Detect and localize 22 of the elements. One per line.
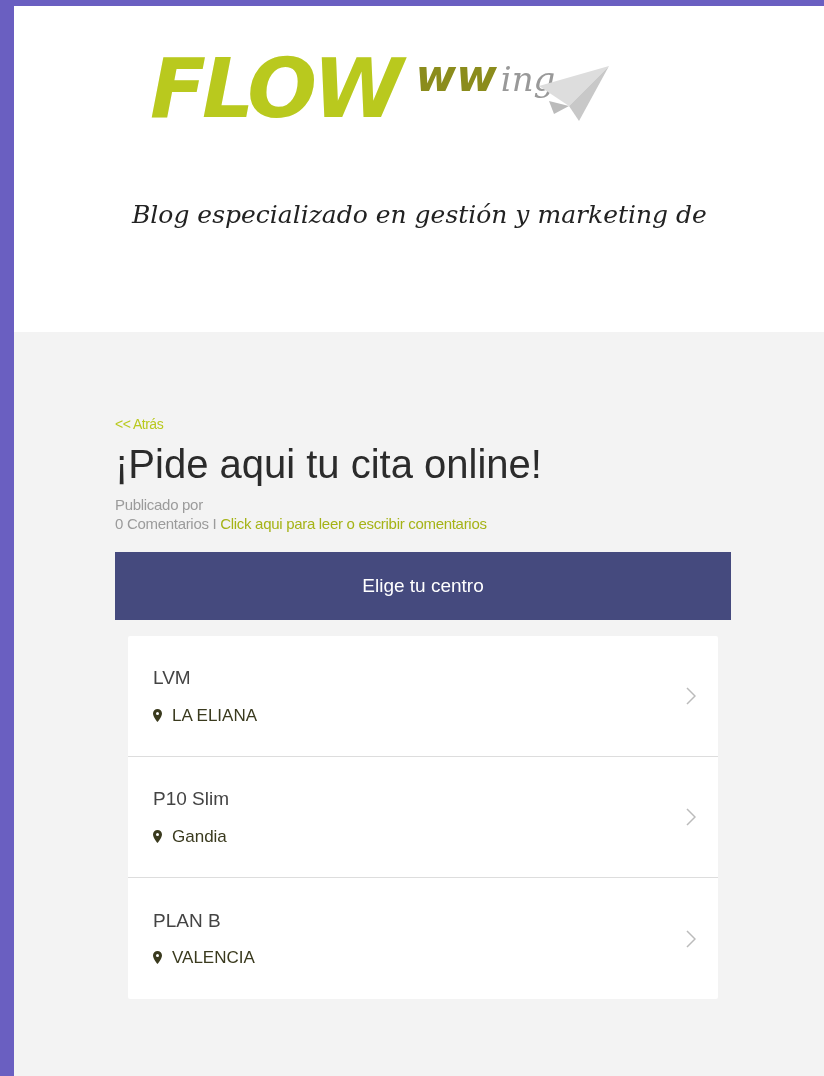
byline: Publicado por xyxy=(115,496,204,515)
center-name: LVM xyxy=(153,666,192,690)
center-location: VALENCIA xyxy=(172,947,255,969)
center-name: PLAN B xyxy=(153,908,222,933)
logo-text: ww xyxy=(415,54,497,98)
center-item[interactable]: PLAN B VALENCIA xyxy=(128,878,718,999)
center-location: LA ELIANA xyxy=(172,704,258,727)
map-pin-icon xyxy=(153,951,162,965)
chevron-right-icon xyxy=(686,687,696,705)
map-pin-icon xyxy=(153,829,162,843)
center-item[interactable]: P10 Slim Gandia xyxy=(128,757,718,878)
chevron-right-icon xyxy=(686,929,696,948)
page-title: ¡Pide aqui tu cita online! xyxy=(115,441,543,488)
panel-header: Elige tu centro xyxy=(115,551,731,620)
tagline: Blog especializado en gestión y marketing de xyxy=(132,199,708,231)
comment-count: 0 Comentarios I xyxy=(115,514,218,532)
logo-text: FLOW xyxy=(146,41,412,136)
map-pin-icon xyxy=(153,708,162,722)
center-name: P10 Slim xyxy=(153,787,230,811)
center-location: Gandia xyxy=(172,825,227,848)
center-item[interactable]: LVM LA ELIANA xyxy=(128,636,718,757)
chevron-right-icon xyxy=(686,808,696,826)
